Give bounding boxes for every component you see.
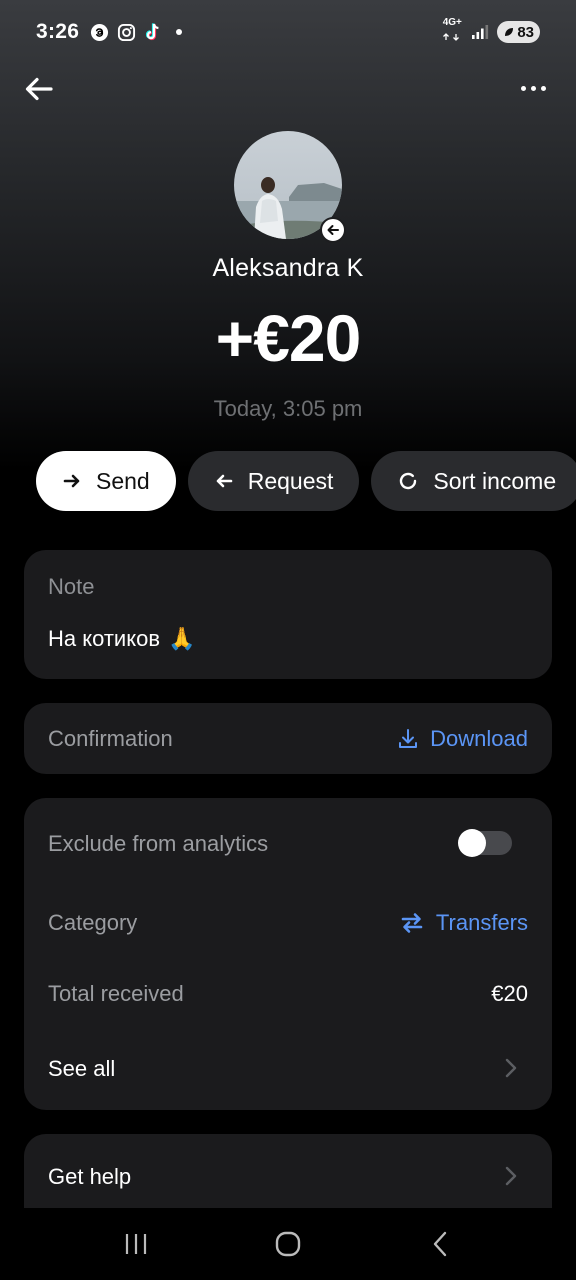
arrow-right-icon bbox=[63, 474, 80, 488]
network-indicator: 4G+ bbox=[441, 18, 463, 46]
home-button[interactable] bbox=[268, 1224, 308, 1264]
send-label: Send bbox=[96, 467, 150, 494]
total-received-label: Total received bbox=[48, 981, 184, 1006]
sort-income-label: Sort income bbox=[433, 467, 557, 494]
download-icon bbox=[399, 729, 418, 748]
battery-saver-icon bbox=[505, 28, 514, 36]
battery-level: 83 bbox=[517, 23, 534, 41]
category-label: Category bbox=[48, 910, 138, 935]
notification-dot bbox=[176, 29, 183, 35]
note-text-row: На котиков 🙏 bbox=[48, 626, 195, 652]
send-button[interactable]: Send bbox=[36, 451, 176, 511]
more-options-button[interactable] bbox=[516, 78, 550, 98]
tiktok-icon bbox=[143, 22, 163, 42]
confirmation-label: Confirmation bbox=[48, 726, 173, 751]
data-arrows-icon bbox=[443, 33, 460, 41]
arrow-left-icon bbox=[327, 225, 339, 235]
exclude-analytics-label: Exclude from analytics bbox=[48, 831, 269, 856]
sort-income-button[interactable]: Sort income bbox=[371, 451, 576, 511]
status-notification-icons bbox=[89, 22, 183, 42]
action-chips: Send Request Sort income bbox=[36, 451, 576, 511]
status-bar: 3:26 4G+ 83 bbox=[0, 0, 576, 64]
category-selector[interactable]: Transfers bbox=[400, 910, 528, 936]
contact-name: Aleksandra K bbox=[212, 254, 364, 282]
recent-apps-icon bbox=[125, 1234, 147, 1254]
see-all-row[interactable]: See all bbox=[24, 1036, 552, 1096]
refresh-icon bbox=[400, 472, 417, 490]
transaction-datetime: Today, 3:05 pm bbox=[213, 396, 363, 421]
transfer-arrows-icon bbox=[401, 913, 423, 933]
recent-apps-button[interactable] bbox=[116, 1224, 156, 1264]
request-label: Request bbox=[247, 467, 334, 494]
details-card: Exclude from analytics Category Transfer… bbox=[24, 798, 552, 1110]
note-card: Note На котиков 🙏 bbox=[24, 550, 552, 679]
home-icon bbox=[275, 1231, 301, 1257]
status-time: 3:26 bbox=[36, 20, 80, 43]
get-help-label: Get help bbox=[48, 1164, 132, 1189]
chevron-right-icon bbox=[505, 1166, 517, 1186]
network-type: 4G+ bbox=[442, 17, 462, 28]
system-navigation-bar bbox=[0, 1208, 576, 1280]
total-received-value: €20 bbox=[491, 981, 528, 1006]
toggle-knob bbox=[458, 829, 486, 857]
download-button[interactable]: Download bbox=[398, 726, 528, 752]
transaction-detail-screen: 3:26 4G+ 83 Aleksandra K +€20 Today, 3:0… bbox=[0, 0, 576, 1280]
note-text: На котиков bbox=[48, 626, 161, 651]
instagram-icon bbox=[116, 22, 136, 42]
system-back-button[interactable] bbox=[420, 1224, 460, 1264]
praying-hands-emoji: 🙏 bbox=[168, 626, 196, 651]
note-label: Note bbox=[48, 574, 95, 599]
chevron-left-icon bbox=[433, 1231, 447, 1257]
threads-icon bbox=[89, 22, 109, 42]
arrow-left-icon bbox=[25, 77, 53, 101]
more-horizontal-icon bbox=[520, 85, 526, 91]
download-label: Download bbox=[430, 726, 528, 751]
see-all-label: See all bbox=[48, 1056, 116, 1081]
transaction-amount: +€20 bbox=[215, 301, 362, 375]
incoming-badge bbox=[320, 217, 346, 243]
confirmation-card: Confirmation Download bbox=[24, 703, 552, 774]
battery-indicator: 83 bbox=[497, 21, 540, 43]
chevron-right-icon bbox=[505, 1058, 517, 1078]
request-button[interactable]: Request bbox=[187, 451, 360, 511]
category-value: Transfers bbox=[435, 910, 528, 935]
exclude-analytics-toggle[interactable] bbox=[458, 829, 512, 857]
back-button[interactable] bbox=[22, 72, 56, 106]
arrow-left-icon bbox=[216, 474, 233, 488]
status-system-icons: 4G+ 83 bbox=[441, 18, 540, 46]
signal-icon bbox=[472, 25, 489, 39]
